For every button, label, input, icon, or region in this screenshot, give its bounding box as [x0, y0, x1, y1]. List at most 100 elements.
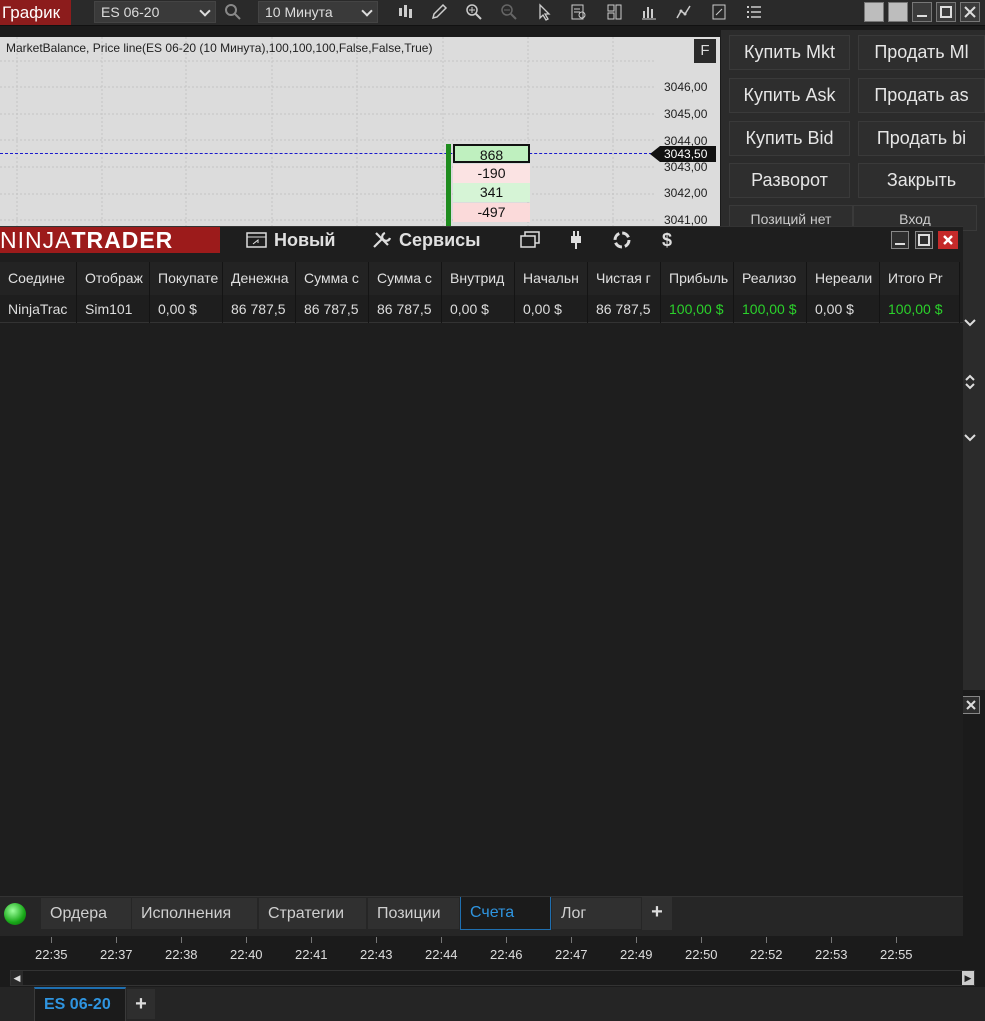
- column-header[interactable]: Внутрид: [442, 262, 515, 295]
- close-icon[interactable]: [962, 696, 980, 714]
- interval-selector[interactable]: 10 Минута: [258, 1, 378, 23]
- indicators-icon[interactable]: [638, 1, 660, 23]
- maximize-button[interactable]: [915, 231, 933, 249]
- buy-market-button[interactable]: Купить Mkt: [729, 35, 850, 70]
- cell-realized: 100,00 $: [734, 295, 807, 323]
- last-price-line: [0, 153, 652, 154]
- tab-log[interactable]: Лог: [551, 897, 642, 930]
- column-header[interactable]: Сумма с: [296, 262, 369, 295]
- menu-new[interactable]: Новый: [246, 227, 336, 253]
- sell-bid-button[interactable]: Продать bi: [858, 121, 985, 156]
- chart-scrollbar[interactable]: ◀ ▶: [10, 970, 975, 986]
- market-balance-cell: 341: [453, 183, 530, 202]
- tick-mark: [571, 937, 572, 943]
- time-tick: 22:37: [100, 947, 133, 962]
- price-tick: 3046,00: [664, 80, 708, 94]
- time-tick: 22:40: [230, 947, 263, 962]
- spin-stepper-icon[interactable]: [963, 372, 977, 395]
- search-icon[interactable]: [222, 1, 244, 23]
- accounts-grid-panel: Соедине Отображ Покупате Денежна Сумма с…: [0, 253, 963, 896]
- tick-mark: [246, 937, 247, 943]
- market-balance-cell: -497: [453, 203, 530, 222]
- column-header[interactable]: Итого Pr: [880, 262, 960, 295]
- time-tick: 22:49: [620, 947, 653, 962]
- tab-accounts[interactable]: Счета: [460, 897, 551, 930]
- column-header[interactable]: Нереали: [807, 262, 880, 295]
- cell-buying-power: 0,00 $: [150, 295, 223, 323]
- cell-amount: 86 787,5: [296, 295, 369, 323]
- minimize-button[interactable]: [891, 231, 909, 249]
- time-tick: 22:44: [425, 947, 458, 962]
- table-row[interactable]: NinjaTrac Sim101 0,00 $ 86 787,5 86 787,…: [0, 295, 963, 323]
- logo-ninja: NINJA: [0, 227, 72, 253]
- close-button[interactable]: [960, 2, 980, 22]
- chart-grid: [0, 37, 656, 227]
- column-header[interactable]: Сумма с: [369, 262, 442, 295]
- chart-panel[interactable]: MarketBalance, Price line(ES 06-20 (10 М…: [0, 37, 720, 227]
- time-tick: 22:46: [490, 947, 523, 962]
- tab-orders[interactable]: Ордера: [40, 897, 132, 930]
- instrument-selector[interactable]: ES 06-20: [94, 1, 216, 23]
- properties-icon[interactable]: [708, 1, 730, 23]
- price-tick: 3041,00: [664, 213, 708, 227]
- scroll-left-icon[interactable]: ◀: [11, 971, 23, 985]
- time-tick: 22:50: [685, 947, 718, 962]
- tick-mark: [506, 937, 507, 943]
- tick-mark: [896, 937, 897, 943]
- reverse-button[interactable]: Разворот: [729, 163, 850, 198]
- price-tick: 3045,00: [664, 107, 708, 121]
- templates-icon[interactable]: [604, 1, 626, 23]
- list-icon[interactable]: [743, 1, 765, 23]
- column-header[interactable]: Реализо: [734, 262, 807, 295]
- tab-positions[interactable]: Позиции: [367, 897, 460, 930]
- zoom-out-icon[interactable]: [498, 1, 520, 23]
- control-center-titlebar: NINJATRADER Новый Сервисы $: [0, 226, 963, 253]
- column-header[interactable]: Покупате: [150, 262, 223, 295]
- column-header[interactable]: Начальн: [515, 262, 588, 295]
- column-header[interactable]: Прибыль: [661, 262, 734, 295]
- add-tab-button[interactable]: +: [642, 897, 672, 930]
- connection-plug-icon[interactable]: [567, 227, 585, 253]
- tab-instrument[interactable]: ES 06-20: [34, 987, 126, 1021]
- strategies-icon[interactable]: [673, 1, 695, 23]
- column-header[interactable]: Чистая г: [588, 262, 661, 295]
- maximize-button[interactable]: [936, 2, 956, 22]
- price-tick: 3042,00: [664, 186, 708, 200]
- cell-cash-value: 86 787,5: [223, 295, 296, 323]
- chevron-down-icon[interactable]: [963, 431, 977, 448]
- column-header[interactable]: Соедине: [0, 262, 77, 295]
- tab-executions[interactable]: Исполнения: [131, 897, 258, 930]
- tab-strategies[interactable]: Стратегии: [258, 897, 367, 930]
- menu-services[interactable]: Сервисы: [371, 227, 481, 253]
- data-box-icon[interactable]: [568, 1, 590, 23]
- close-button[interactable]: [938, 231, 958, 249]
- sell-ask-button[interactable]: Продать as: [858, 78, 985, 113]
- f-button[interactable]: F: [694, 39, 716, 63]
- tile-window-icon[interactable]: [864, 2, 884, 22]
- dollar-icon[interactable]: $: [662, 227, 672, 253]
- instrument-value: ES 06-20: [101, 4, 160, 20]
- column-header[interactable]: Отображ: [77, 262, 150, 295]
- bar-type-icon[interactable]: [395, 1, 417, 23]
- time-axis: 22:35 22:37 22:38 22:40 22:41 22:43 22:4…: [0, 937, 975, 969]
- sell-market-button[interactable]: Продать Ml: [858, 35, 985, 70]
- balance-bar: [446, 144, 451, 227]
- buy-bid-button[interactable]: Купить Bid: [729, 121, 850, 156]
- menu-services-label: Сервисы: [399, 230, 481, 250]
- workspaces-icon[interactable]: [520, 227, 540, 253]
- close-position-button[interactable]: Закрыть: [858, 163, 985, 198]
- scroll-right-icon[interactable]: ▶: [962, 971, 974, 985]
- sync-icon[interactable]: [611, 227, 633, 253]
- column-header[interactable]: Денежна: [223, 262, 296, 295]
- pointer-icon[interactable]: [533, 1, 555, 23]
- chevron-down-icon[interactable]: [963, 316, 977, 333]
- cascade-window-icon[interactable]: [888, 2, 908, 22]
- interval-value: 10 Минута: [265, 4, 333, 20]
- buy-ask-button[interactable]: Купить Ask: [729, 78, 850, 113]
- draw-pencil-icon[interactable]: [428, 1, 450, 23]
- zoom-in-icon[interactable]: [463, 1, 485, 23]
- minimize-button[interactable]: [912, 2, 932, 22]
- cell-display-name: Sim101: [77, 295, 150, 323]
- add-chart-tab-button[interactable]: +: [127, 989, 155, 1019]
- chevron-down-icon: [199, 5, 211, 17]
